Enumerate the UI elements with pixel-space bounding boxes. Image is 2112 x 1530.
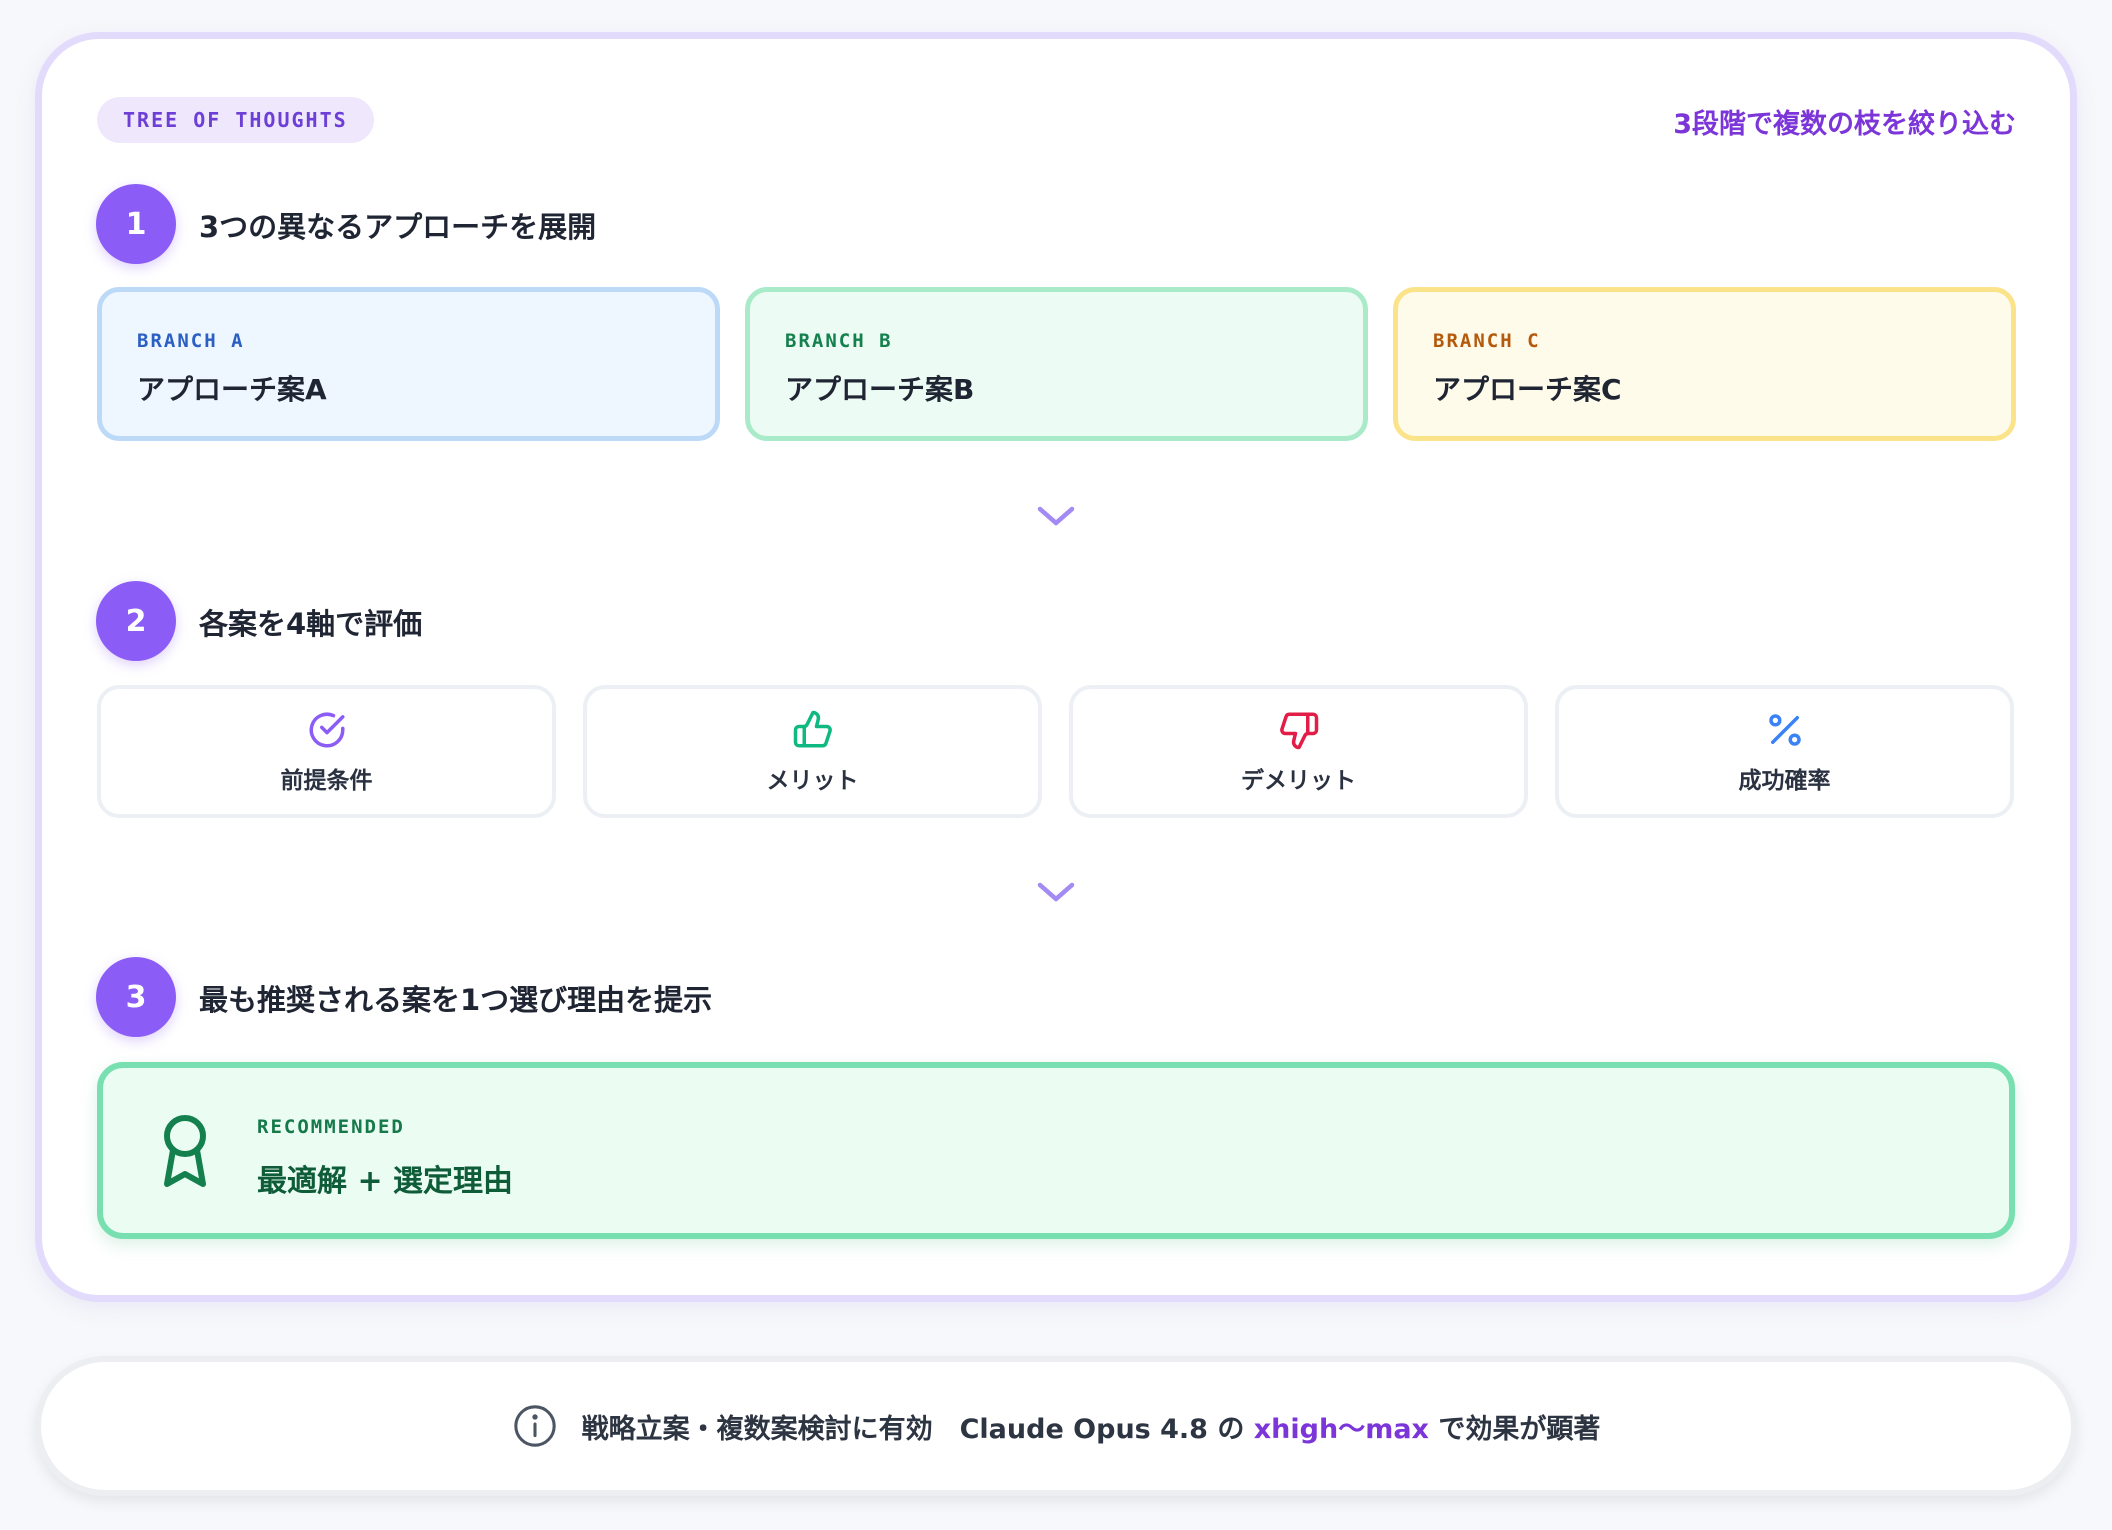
step-2-title: 各案を4軸で評価 [199, 607, 423, 641]
step-3-number: 3 [96, 957, 176, 1037]
branch-c-tag: BRANCH C [1433, 330, 1541, 352]
chevron-down-icon [1037, 882, 1075, 902]
footer-text-tail: で効果が顕著 [1428, 1413, 1601, 1445]
branch-c-card: BRANCH C アプローチ案C [1393, 287, 2016, 441]
step-1-number: 1 [96, 184, 176, 264]
branch-b-label: アプローチ案B [785, 373, 975, 406]
branch-a-tag: BRANCH A [137, 330, 245, 352]
criterion-demerit-card: デメリット [1069, 685, 1528, 818]
chevron-down-icon [1037, 506, 1075, 526]
step-3-title: 最も推奨される案を1つ選び理由を提示 [199, 983, 713, 1017]
criterion-success-rate-card: 成功確率 [1555, 685, 2014, 818]
step-1-title: 3つの異なるアプローチを展開 [199, 210, 597, 244]
footer-note: 戦略立案・複数案検討に有効 Claude Opus 4.8 の xhigh〜ma… [35, 1356, 2077, 1496]
step-2-number: 2 [96, 581, 176, 661]
criterion-merit-card: メリット [583, 685, 1042, 818]
branch-a-card: BRANCH A アプローチ案A [97, 287, 720, 441]
info-circle-icon [513, 1405, 556, 1447]
recommended-label: 最適解 + 選定理由 [257, 1164, 514, 1199]
branch-b-card: BRANCH B アプローチ案B [745, 287, 1368, 441]
recommended-card: RECOMMENDED 最適解 + 選定理由 [97, 1062, 2015, 1239]
award-ribbon-icon [164, 1115, 206, 1187]
thumbs-up-icon [793, 710, 832, 747]
percent-icon [1768, 713, 1801, 746]
branch-a-label: アプローチ案A [137, 373, 327, 406]
footer-text-lead: 戦略立案・複数案検討に有効 Claude Opus 4.8 の [581, 1413, 1254, 1445]
criterion-label: デメリット [1241, 767, 1356, 794]
thumbs-down-icon [1279, 712, 1318, 749]
branch-b-tag: BRANCH B [785, 330, 893, 352]
criterion-label: 成功確率 [1738, 767, 1831, 794]
recommended-tag: RECOMMENDED [257, 1116, 405, 1138]
tree-of-thoughts-chip: TREE OF THOUGHTS [97, 97, 374, 143]
criterion-label: メリット [766, 767, 859, 794]
criterion-label: 前提条件 [280, 767, 373, 794]
tagline: 3段階で複数の枝を絞り込む [1673, 109, 2016, 140]
branch-c-label: アプローチ案C [1433, 373, 1622, 406]
check-circle-icon [309, 712, 344, 747]
footer-highlight: xhigh〜max [1253, 1413, 1429, 1445]
criterion-premise-card: 前提条件 [97, 685, 556, 818]
